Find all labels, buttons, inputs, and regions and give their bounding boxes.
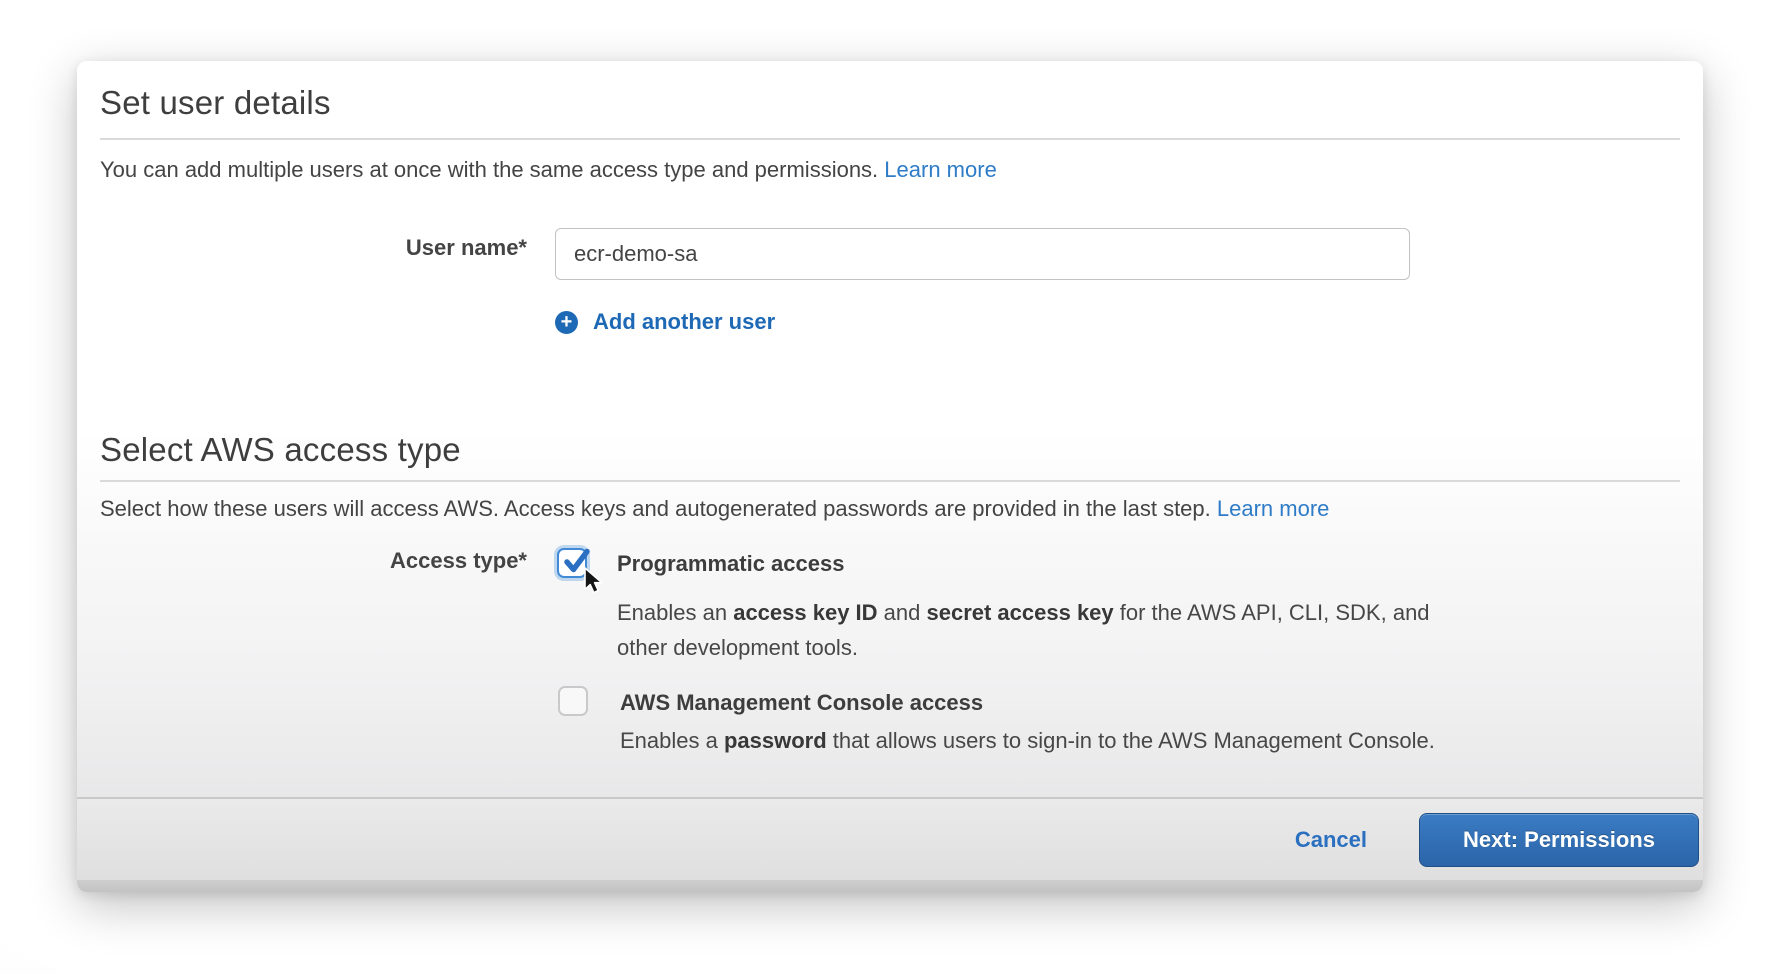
next-permissions-button[interactable]: Next: Permissions bbox=[1419, 813, 1699, 867]
user-name-label: User name* bbox=[100, 235, 527, 261]
programmatic-access-option-description: Enables an access key ID and secret acce… bbox=[617, 595, 1430, 665]
plus-circle-icon: + bbox=[555, 311, 578, 334]
description-line: Enables a password that allows users to … bbox=[620, 723, 1435, 758]
panel-content: Set user details You can add multiple us… bbox=[77, 61, 1703, 797]
access-type-description-text: Select how these users will access AWS. … bbox=[100, 496, 1211, 521]
access-type-section-title: Select AWS access type bbox=[100, 428, 461, 472]
set-user-details-panel: Set user details You can add multiple us… bbox=[77, 61, 1703, 892]
access-type-description: Select how these users will access AWS. … bbox=[100, 496, 1329, 522]
user-details-description-text: You can add multiple users at once with … bbox=[100, 157, 878, 182]
wizard-footer: Cancel Next: Permissions bbox=[77, 797, 1703, 880]
cancel-button[interactable]: Cancel bbox=[1295, 827, 1367, 853]
access-type-label: Access type* bbox=[100, 548, 527, 574]
add-another-user-button[interactable]: + Add another user bbox=[555, 309, 775, 335]
description-line: other development tools. bbox=[617, 630, 1430, 665]
user-name-input[interactable] bbox=[555, 228, 1410, 280]
mouse-pointer-icon bbox=[576, 564, 608, 596]
page-title: Set user details bbox=[100, 81, 331, 125]
panel-bottom-edge bbox=[77, 880, 1703, 892]
programmatic-access-option-label[interactable]: Programmatic access bbox=[617, 551, 844, 577]
divider bbox=[100, 138, 1680, 140]
console-access-checkbox[interactable] bbox=[558, 686, 588, 716]
add-another-user-label: Add another user bbox=[593, 309, 775, 335]
console-access-option-label[interactable]: AWS Management Console access bbox=[620, 690, 983, 716]
console-access-option-description: Enables a password that allows users to … bbox=[620, 723, 1435, 758]
description-line: Enables an access key ID and secret acce… bbox=[617, 595, 1430, 630]
user-details-description: You can add multiple users at once with … bbox=[100, 157, 997, 183]
learn-more-link-access-type[interactable]: Learn more bbox=[1217, 496, 1330, 521]
divider bbox=[100, 480, 1680, 482]
learn-more-link-user-details[interactable]: Learn more bbox=[884, 157, 997, 182]
